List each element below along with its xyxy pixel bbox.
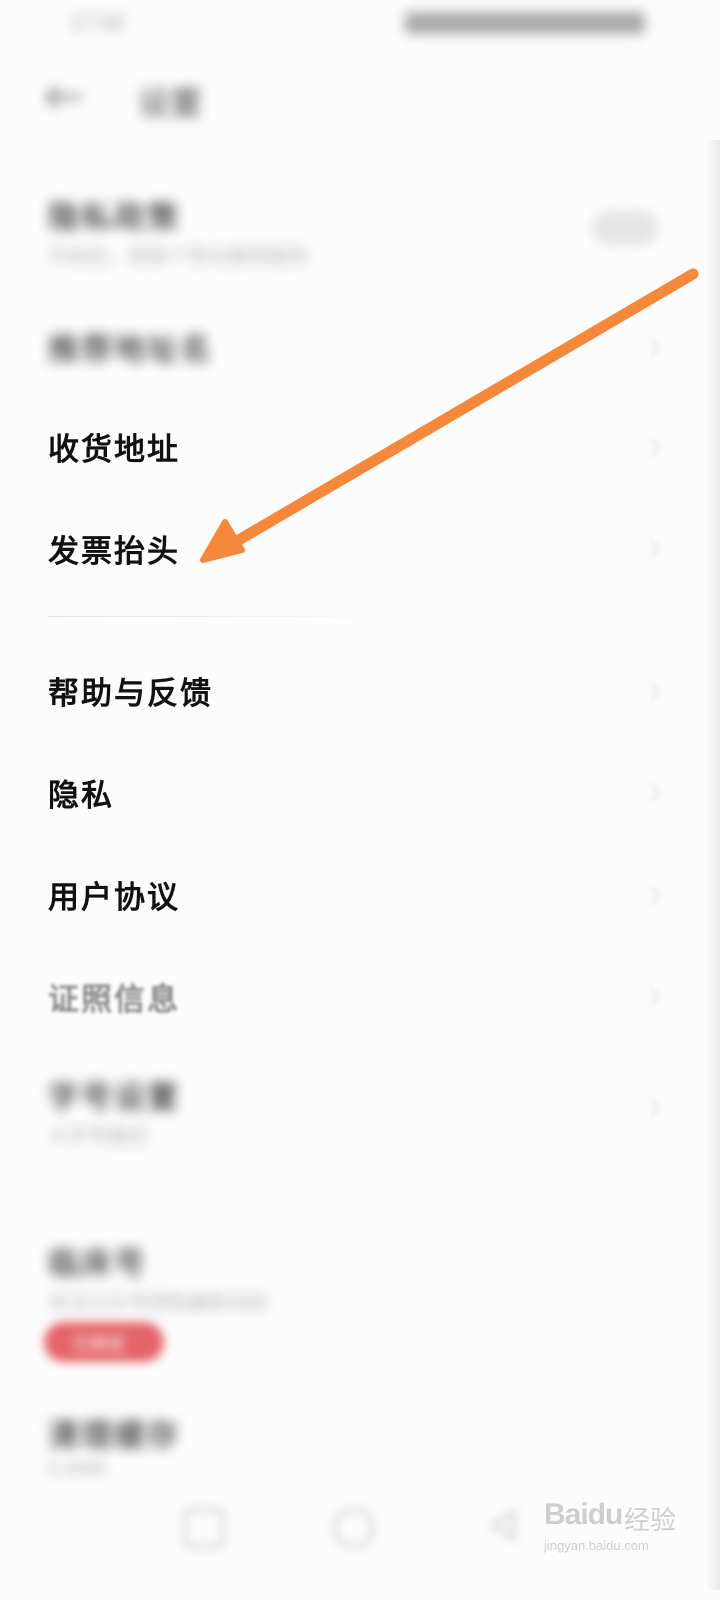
section-divider [48,616,408,617]
settings-item-shipping-address[interactable]: 收货地址 [0,420,720,490]
chevron-right-icon [641,681,661,701]
settings-item-clear-cache[interactable]: 清理缓存 0.0MB [0,1406,720,1486]
chevron-right-icon [641,1097,661,1117]
watermark-brand: Baidu [544,1498,623,1531]
settings-item-sub: 大字号模式 [48,1126,148,1148]
status-badge[interactable]: 已绑定 [44,1322,164,1362]
settings-item-label: 隐私 [48,778,114,814]
back-arrow-icon[interactable] [44,84,84,110]
chevron-right-icon [641,337,661,357]
watermark-brand-cn: 经验 [624,1506,677,1536]
settings-item-label: 证照信息 [48,982,180,1018]
settings-item-label: 隐私政策 [48,200,180,236]
badge-label: 已绑定 [72,1334,126,1354]
chevron-right-icon [641,783,661,803]
chevron-right-icon [641,987,661,1007]
settings-item-recommend[interactable]: 推荐地址名 [0,320,720,390]
status-icons [405,12,645,34]
settings-item-label: 临床号 [48,1246,147,1282]
settings-item-label: 帮助与反馈 [48,676,213,712]
settings-item-invoice-title[interactable]: 发票抬头 [0,522,720,592]
settings-item-help-feedback[interactable]: 帮助与反馈 [0,664,720,734]
settings-item-label: 清理缓存 [48,1418,180,1454]
header: 设置 [0,60,720,140]
recommend-toggle[interactable] [592,210,658,246]
settings-item-label: 发票抬头 [48,534,180,570]
settings-item-label: 推荐地址名 [48,332,213,368]
settings-item-user-agreement[interactable]: 用户协议 [0,868,720,938]
settings-screen: 17:02 设置 隐私政策 开启后，获取个性化推荐服务 推荐地址名 收货地址 发… [0,0,720,1600]
chevron-right-icon [641,885,661,905]
status-time: 17:02 [70,10,126,35]
settings-item-license-info[interactable]: 证照信息 [0,970,720,1040]
settings-item-privacy[interactable]: 隐私 [0,766,720,836]
recent-apps-icon[interactable] [184,1508,224,1548]
settings-item-label: 字号设置 [48,1080,180,1116]
settings-item-sub: 0.0MB [48,1458,106,1480]
home-icon[interactable] [334,1508,374,1548]
page-title: 设置 [138,84,203,122]
settings-item-label: 收货地址 [48,432,180,468]
settings-item-sub: 开启后，获取个性化推荐服务 [48,246,308,268]
baidu-jingyan-watermark: Baidu 经验 jingyan.baidu.com [540,1490,690,1570]
watermark-url: jingyan.baidu.com [544,1538,649,1553]
status-bar: 17:02 [0,0,720,50]
chevron-right-icon [641,539,661,559]
settings-item-font-size[interactable]: 字号设置 大字号模式 [0,1068,720,1158]
settings-item-sub: 关注公众号获取最新动态 [48,1292,268,1314]
settings-item-label: 用户协议 [48,880,180,916]
back-nav-icon[interactable] [486,1508,520,1542]
chevron-right-icon [641,437,661,457]
